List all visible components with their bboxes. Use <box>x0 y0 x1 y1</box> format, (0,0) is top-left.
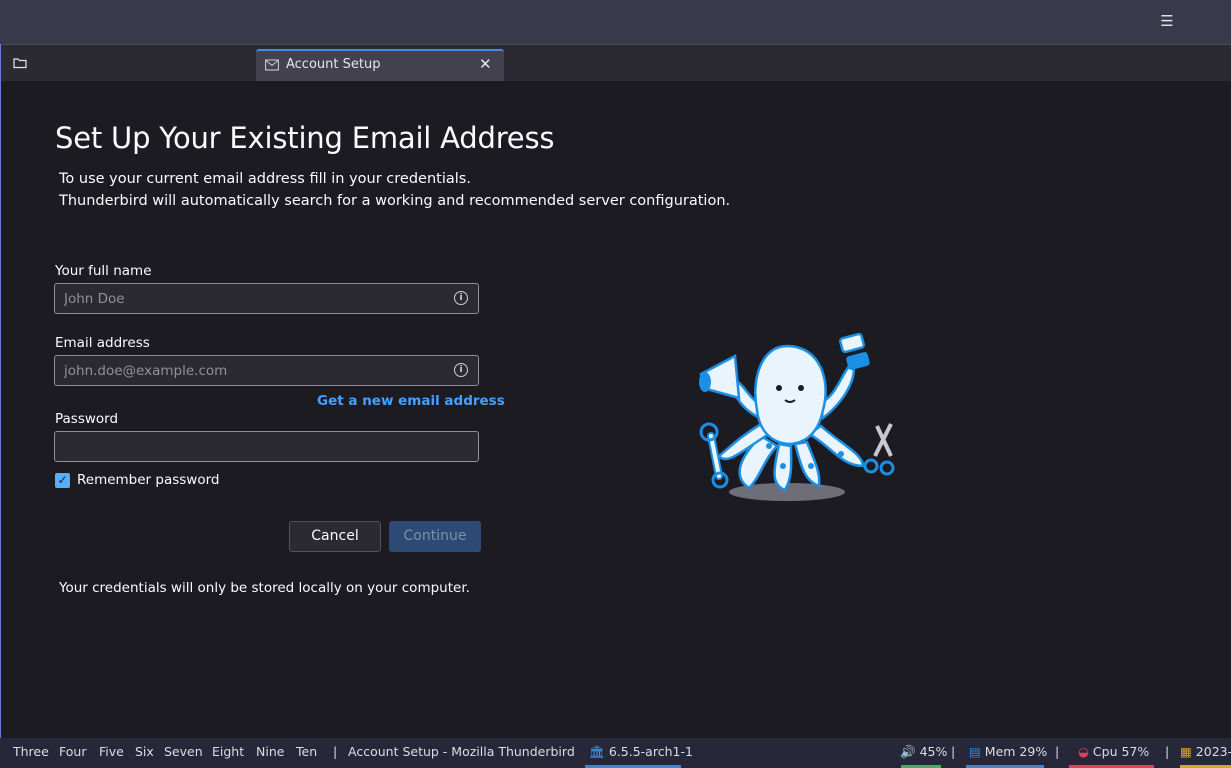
password-field[interactable] <box>54 431 479 462</box>
full-name-field[interactable]: i <box>54 283 479 314</box>
memory-value: Mem 29% <box>984 744 1048 759</box>
account-setup-page: Set Up Your Existing Email Address To us… <box>1 81 1231 738</box>
workspace-ten[interactable]: Ten <box>296 744 317 759</box>
kernel-version: 6.5.5-arch1-1 <box>608 744 693 759</box>
system-status-bar: Three Four Five Six Seven Eight Nine Ten… <box>0 738 1231 768</box>
cancel-button[interactable]: Cancel <box>289 521 381 552</box>
close-icon[interactable]: ✕ <box>479 55 492 73</box>
workspace-six[interactable]: Six <box>135 744 154 759</box>
page-title: Set Up Your Existing Email Address <box>55 121 555 155</box>
speaker-icon: 🔊 <box>900 744 916 759</box>
separator: | <box>1055 744 1060 759</box>
title-bar: ☰ <box>0 0 1231 44</box>
workspace-nine[interactable]: Nine <box>256 744 284 759</box>
tab-label: Account Setup <box>286 57 381 72</box>
date-module: ▦ 2023- <box>1180 744 1231 759</box>
full-name-label: Your full name <box>55 263 152 279</box>
calendar-icon: ▦ <box>1180 744 1192 759</box>
volume-value: 45% <box>919 744 948 759</box>
tab-account-setup[interactable]: Account Setup ✕ <box>256 49 504 81</box>
volume-module[interactable]: 🔊 45% <box>900 744 947 760</box>
workspace-eight[interactable]: Eight <box>212 744 244 759</box>
hamburger-menu-icon[interactable]: ☰ <box>1158 12 1176 30</box>
email-setup-icon <box>265 59 279 71</box>
intro-line-1: To use your current email address fill i… <box>59 171 471 187</box>
credentials-note: Your credentials will only be stored loc… <box>59 580 470 596</box>
octopus-illustration-icon <box>699 332 895 501</box>
separator: | <box>1165 744 1170 759</box>
workspace-seven[interactable]: Seven <box>164 744 203 759</box>
tab-bar: Account Setup ✕ <box>0 44 1231 81</box>
intro-text: To use your current email address fill i… <box>59 168 730 212</box>
email-input[interactable] <box>55 356 444 385</box>
cpu-module: ◒ Cpu 57% <box>1078 744 1149 759</box>
kernel-icon: 🏛 <box>589 744 605 759</box>
separator: | <box>333 744 338 759</box>
workspace-five[interactable]: Five <box>99 744 124 759</box>
kernel-module: 🏛 6.5.5-arch1-1 <box>589 744 693 760</box>
info-icon[interactable]: i <box>454 291 468 305</box>
memory-module: ▤ Mem 29% <box>969 744 1047 759</box>
email-label: Email address <box>55 335 150 351</box>
remember-password-label[interactable]: Remember password <box>77 472 220 488</box>
password-label: Password <box>55 411 119 427</box>
intro-line-2: Thunderbird will automatically search fo… <box>59 193 731 209</box>
cpu-gauge-icon: ◒ <box>1078 744 1089 759</box>
workspace-three[interactable]: Three <box>13 744 49 759</box>
folder-icon[interactable] <box>10 55 30 71</box>
separator: | <box>951 744 956 759</box>
cpu-value: Cpu 57% <box>1092 744 1150 759</box>
full-name-input[interactable] <box>55 284 444 313</box>
info-icon[interactable]: i <box>454 363 468 377</box>
workspace-four[interactable]: Four <box>59 744 86 759</box>
active-window-title: Account Setup - Mozilla Thunderbird <box>348 744 575 759</box>
date-value: 2023- <box>1195 744 1231 759</box>
continue-button[interactable]: Continue <box>389 521 481 552</box>
get-new-email-link[interactable]: Get a new email address <box>317 393 505 409</box>
password-input[interactable] <box>55 432 444 461</box>
email-field[interactable]: i <box>54 355 479 386</box>
memory-icon: ▤ <box>969 744 981 759</box>
remember-password-checkbox[interactable]: ✓ <box>55 473 70 488</box>
